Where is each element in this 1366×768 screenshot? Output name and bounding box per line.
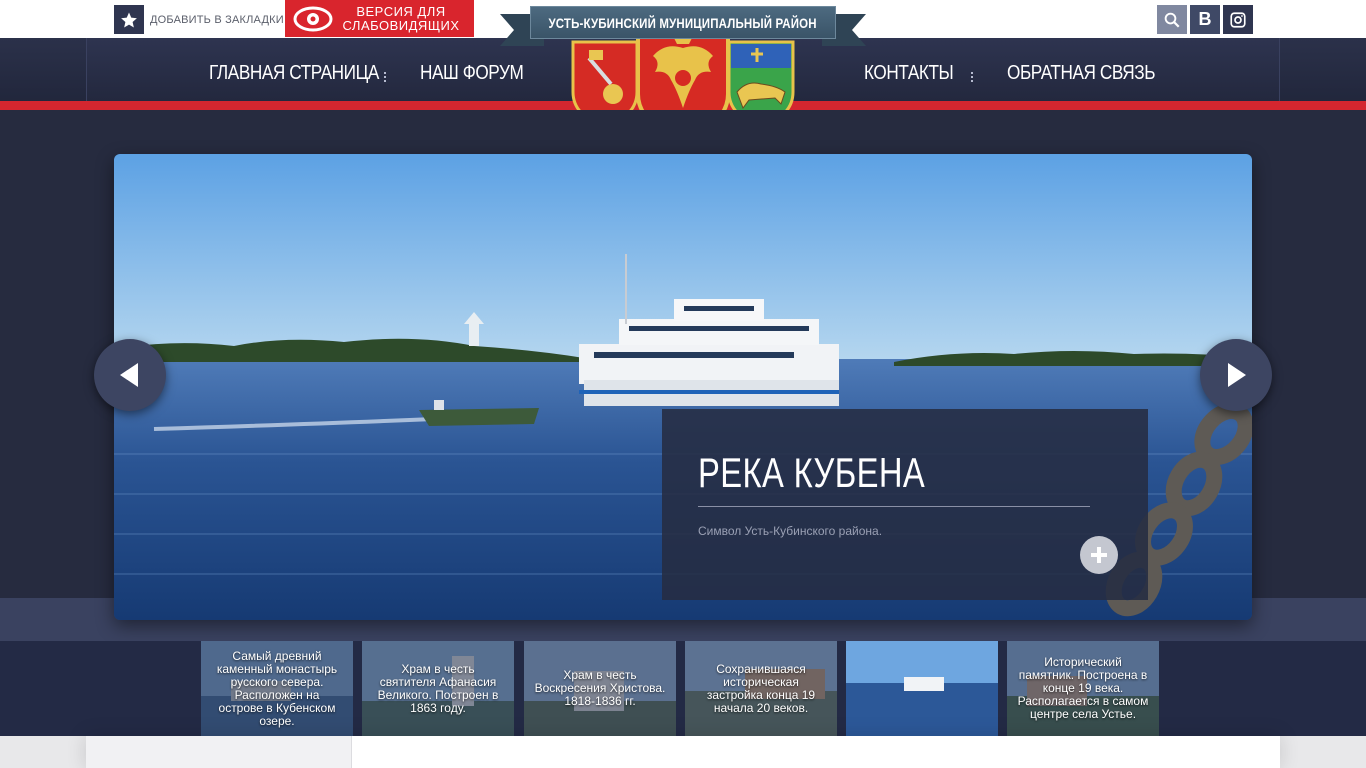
- district-title-ribbon: УСТЬ-КУБИНСКИЙ МУНИЦИПАЛЬНЫЙ РАЙОН: [500, 6, 866, 46]
- thumbnail-item[interactable]: Храм в честь святителя Афанасия Великого…: [362, 641, 514, 736]
- thumbnail-caption: Исторический памятник. Построена в конце…: [1007, 641, 1159, 736]
- thumbnail-caption: Храм в честь святителя Афанасия Великого…: [362, 641, 514, 736]
- thumbnail-caption: Храм в честь Воскресения Христова. 1818-…: [524, 641, 676, 736]
- impaired-label: ВЕРСИЯ ДЛЯ СЛАБОВИДЯЩИХ: [341, 3, 461, 33]
- thumbnail-item[interactable]: Самый древний каменный монастырь русског…: [201, 641, 353, 736]
- nav-separator: [971, 70, 975, 84]
- caption-divider: [698, 506, 1090, 507]
- left-sidebar: [86, 736, 352, 768]
- vk-button[interactable]: B: [1190, 5, 1220, 34]
- star-icon: [114, 5, 144, 34]
- add-bookmark-link[interactable]: ДОБАВИТЬ В ЗАКЛАДКИ: [114, 5, 284, 34]
- impaired-label-line2: СЛАБОВИДЯЩИХ: [342, 17, 460, 33]
- thumbnail-item[interactable]: [846, 641, 998, 736]
- thumbnail-caption: Самый древний каменный монастырь русског…: [201, 641, 353, 736]
- impaired-label-line1: ВЕРСИЯ ДЛЯ: [356, 3, 446, 19]
- thumbnail-image: [846, 641, 998, 736]
- nav-feedback-link[interactable]: ОБРАТНАЯ СВЯЗЬ: [1007, 62, 1156, 85]
- district-title: УСТЬ-КУБИНСКИЙ МУНИЦИПАЛЬНЫЙ РАЙОН: [548, 14, 818, 31]
- thumbnail-item[interactable]: Сохранившаяся историческая застройка кон…: [685, 641, 837, 736]
- nav-contacts-link[interactable]: КОНТАКТЫ: [864, 62, 954, 85]
- nav-home-link[interactable]: ГЛАВНАЯ СТРАНИЦА: [209, 62, 379, 85]
- instagram-button[interactable]: [1223, 5, 1253, 34]
- plus-icon: [1091, 547, 1107, 563]
- arrow-right-icon: [1228, 363, 1246, 387]
- thumbnail-item[interactable]: Храм в честь Воскресения Христова. 1818-…: [524, 641, 676, 736]
- thumbnail-caption: Сохранившаяся историческая застройка кон…: [685, 641, 837, 736]
- visually-impaired-version-button[interactable]: ВЕРСИЯ ДЛЯ СЛАБОВИДЯЩИХ: [285, 0, 474, 37]
- bookmark-label: ДОБАВИТЬ В ЗАКЛАДКИ: [150, 13, 284, 26]
- thumbnail-item[interactable]: Исторический памятник. Построена в конце…: [1007, 641, 1159, 736]
- slider-next-button[interactable]: [1200, 339, 1272, 411]
- slide-subtitle: Символ Усть-Кубинского района.: [698, 524, 883, 538]
- instagram-icon: [1230, 11, 1246, 28]
- ribbon-band: УСТЬ-КУБИНСКИЙ МУНИЦИПАЛЬНЫЙ РАЙОН: [530, 6, 836, 39]
- nav-separator: [384, 70, 388, 84]
- slide-caption: РЕКА КУБЕНА Символ Усть-Кубинского район…: [662, 409, 1148, 600]
- search-button[interactable]: [1157, 5, 1187, 34]
- slider-prev-button[interactable]: [94, 339, 166, 411]
- search-icon: [1164, 12, 1180, 28]
- vk-icon: B: [1198, 9, 1212, 29]
- arrow-left-icon: [120, 363, 138, 387]
- slide-title: РЕКА КУБЕНА: [698, 449, 926, 496]
- nav-forum-link[interactable]: НАШ ФОРУМ: [420, 62, 524, 85]
- eye-icon: [293, 6, 333, 31]
- slide-more-button[interactable]: [1080, 536, 1118, 574]
